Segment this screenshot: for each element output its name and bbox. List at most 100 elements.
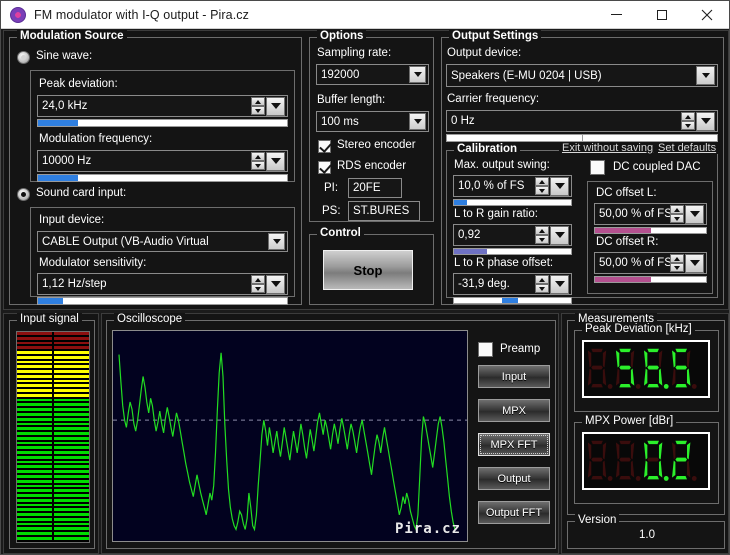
peak-deviation-spinner[interactable] — [251, 97, 265, 115]
measurements-region: Measurements Peak Deviation [kHz] MPX Po… — [561, 313, 729, 554]
modulator-sensitivity-slider[interactable] — [37, 297, 288, 305]
peak-deviation-label: Peak deviation: — [39, 78, 118, 90]
modulation-frequency-spinner[interactable] — [251, 152, 265, 170]
carrier-frequency-dropdown-icon[interactable] — [696, 111, 715, 131]
lcd-segment — [687, 460, 691, 478]
mpx-power-display-group: MPX Power [dBr] — [574, 415, 719, 504]
max-output-swing-spinner[interactable] — [535, 177, 549, 195]
vu-meter-segment — [54, 379, 89, 383]
vu-meter-segment — [54, 422, 89, 426]
modulation-source-title: Modulation Source — [17, 30, 127, 42]
max-output-swing-slider[interactable] — [453, 199, 572, 206]
modulation-frequency-dropdown-icon[interactable] — [266, 151, 285, 171]
lcd-decimal-point — [607, 475, 613, 481]
vu-meter-segment — [17, 436, 52, 440]
dc-offset-l-slider-fill — [595, 228, 651, 233]
radio-sine-wave[interactable] — [17, 51, 30, 64]
peak-deviation-dropdown-icon[interactable] — [266, 96, 285, 116]
measurements-group: Measurements Peak Deviation [kHz] MPX Po… — [567, 313, 725, 515]
dc-offset-r-dropdown-icon[interactable] — [685, 253, 704, 273]
pi-input[interactable]: 20FE — [348, 178, 402, 198]
output-device-combo[interactable]: Speakers (E-MU 0204 | USB) — [446, 64, 718, 87]
modulator-sensitivity-field[interactable]: 1,12 Hz/step — [37, 273, 288, 295]
vu-meter-segment — [17, 532, 52, 535]
l-to-r-gain-ratio-slider[interactable] — [453, 248, 572, 255]
ps-input[interactable]: ST.BURES — [348, 201, 420, 221]
lcd-segment — [591, 457, 603, 462]
l-to-r-gain-ratio-field[interactable]: 0,92 — [453, 224, 572, 246]
dc-offset-l-slider[interactable] — [594, 227, 707, 234]
checkbox-dc-coupled-dac[interactable] — [590, 160, 605, 175]
mpx-power-lcd — [582, 432, 710, 490]
scope-button-output[interactable]: Output — [478, 467, 550, 490]
minimize-button[interactable] — [594, 1, 639, 29]
lcd-segment — [643, 442, 648, 460]
peak-deviation-slider[interactable] — [37, 119, 288, 127]
checkbox-preamp[interactable] — [478, 342, 493, 357]
modulation-frequency-field[interactable]: 10000 Hz — [37, 150, 288, 172]
buffer-length-combo[interactable]: 100 ms — [316, 111, 429, 132]
input-device-chevron-down-icon[interactable] — [268, 233, 285, 250]
vu-meter-segment — [17, 446, 52, 450]
l-to-r-phase-offset-field[interactable]: -31,9 deg. — [453, 273, 572, 295]
max-output-swing-field[interactable]: 10,0 % of FS — [453, 175, 572, 197]
dc-offset-r-field[interactable]: 50,00 % of FS — [594, 252, 707, 274]
dc-offset-l-spinner[interactable] — [670, 205, 684, 223]
l-to-r-gain-ratio-spinner[interactable] — [535, 226, 549, 244]
vu-meter-segment — [17, 374, 52, 378]
scope-button-label: Output — [497, 472, 531, 485]
scope-button-input[interactable]: Input — [478, 365, 550, 388]
dc-offset-r-slider[interactable] — [594, 276, 707, 283]
vu-meter-segment — [17, 336, 52, 340]
vu-meter-segment — [17, 489, 52, 493]
l-to-r-phase-offset-dropdown-icon[interactable] — [550, 274, 569, 294]
oscilloscope-canvas[interactable]: Pira.cz — [112, 330, 468, 542]
carrier-frequency-slider[interactable] — [446, 134, 718, 142]
carrier-frequency-spinner[interactable] — [681, 112, 695, 130]
dc-offset-l-dropdown-icon[interactable] — [685, 204, 704, 224]
checkbox-rds-encoder[interactable] — [318, 161, 331, 174]
scope-button-output-fft[interactable]: Output FFT — [478, 501, 550, 524]
modulation-frequency-slider-fill — [38, 175, 78, 181]
close-icon[interactable] — [684, 1, 729, 29]
sampling-rate-chevron-down-icon[interactable] — [409, 66, 426, 83]
modulator-sensitivity-spinner[interactable] — [251, 275, 265, 293]
l-to-r-phase-offset-slider[interactable] — [453, 297, 572, 304]
dc-offset-l-value: 50,00 % of FS — [599, 208, 670, 220]
lcd-segment — [630, 350, 635, 368]
scope-button-mpx-fft[interactable]: MPX FFT — [478, 433, 550, 456]
lcd-segment — [602, 350, 607, 368]
maximize-button[interactable] — [639, 1, 684, 29]
stop-button[interactable]: Stop — [323, 250, 413, 290]
vu-meter-segment — [17, 346, 52, 350]
vu-meter-segment — [54, 451, 89, 454]
checkbox-stereo-encoder[interactable] — [318, 140, 331, 153]
dc-offset-r-spinner[interactable] — [670, 254, 684, 272]
lcd-decimal-point — [691, 475, 697, 481]
vu-meter-segment — [54, 503, 89, 507]
max-output-swing-dropdown-icon[interactable] — [550, 176, 569, 196]
peak-deviation-value: 24,0 kHz — [42, 100, 88, 112]
exit-without-saving-link[interactable]: Exit without saving — [559, 142, 657, 154]
lcd-segment — [675, 365, 688, 370]
lcd-segment — [675, 457, 688, 462]
peak-deviation-field[interactable]: 24,0 kHz — [37, 95, 288, 117]
modulation-frequency-slider[interactable] — [37, 174, 288, 182]
sampling-rate-combo[interactable]: 192000 — [316, 64, 429, 85]
set-defaults-link[interactable]: Set defaults — [655, 142, 720, 154]
radio-sound-card-input[interactable] — [17, 188, 30, 201]
buffer-length-chevron-down-icon[interactable] — [409, 113, 426, 130]
l-to-r-gain-ratio-dropdown-icon[interactable] — [550, 225, 569, 245]
vu-meter-segment — [17, 417, 52, 421]
lcd-segment — [647, 440, 659, 445]
lcd-segment — [630, 442, 635, 460]
dc-offset-l-field[interactable]: 50,00 % of FS — [594, 203, 707, 225]
modulator-sensitivity-value: 1,12 Hz/step — [42, 278, 107, 290]
input-device-combo[interactable]: CABLE Output (VB-Audio Virtual — [37, 231, 288, 252]
carrier-frequency-field[interactable]: 0 Hz — [446, 110, 718, 132]
scope-button-mpx[interactable]: MPX — [478, 399, 550, 422]
output-device-chevron-down-icon[interactable] — [696, 66, 715, 85]
modulator-sensitivity-dropdown-icon[interactable] — [266, 274, 285, 294]
vu-meter-segment — [17, 408, 52, 412]
l-to-r-phase-offset-spinner[interactable] — [535, 275, 549, 293]
